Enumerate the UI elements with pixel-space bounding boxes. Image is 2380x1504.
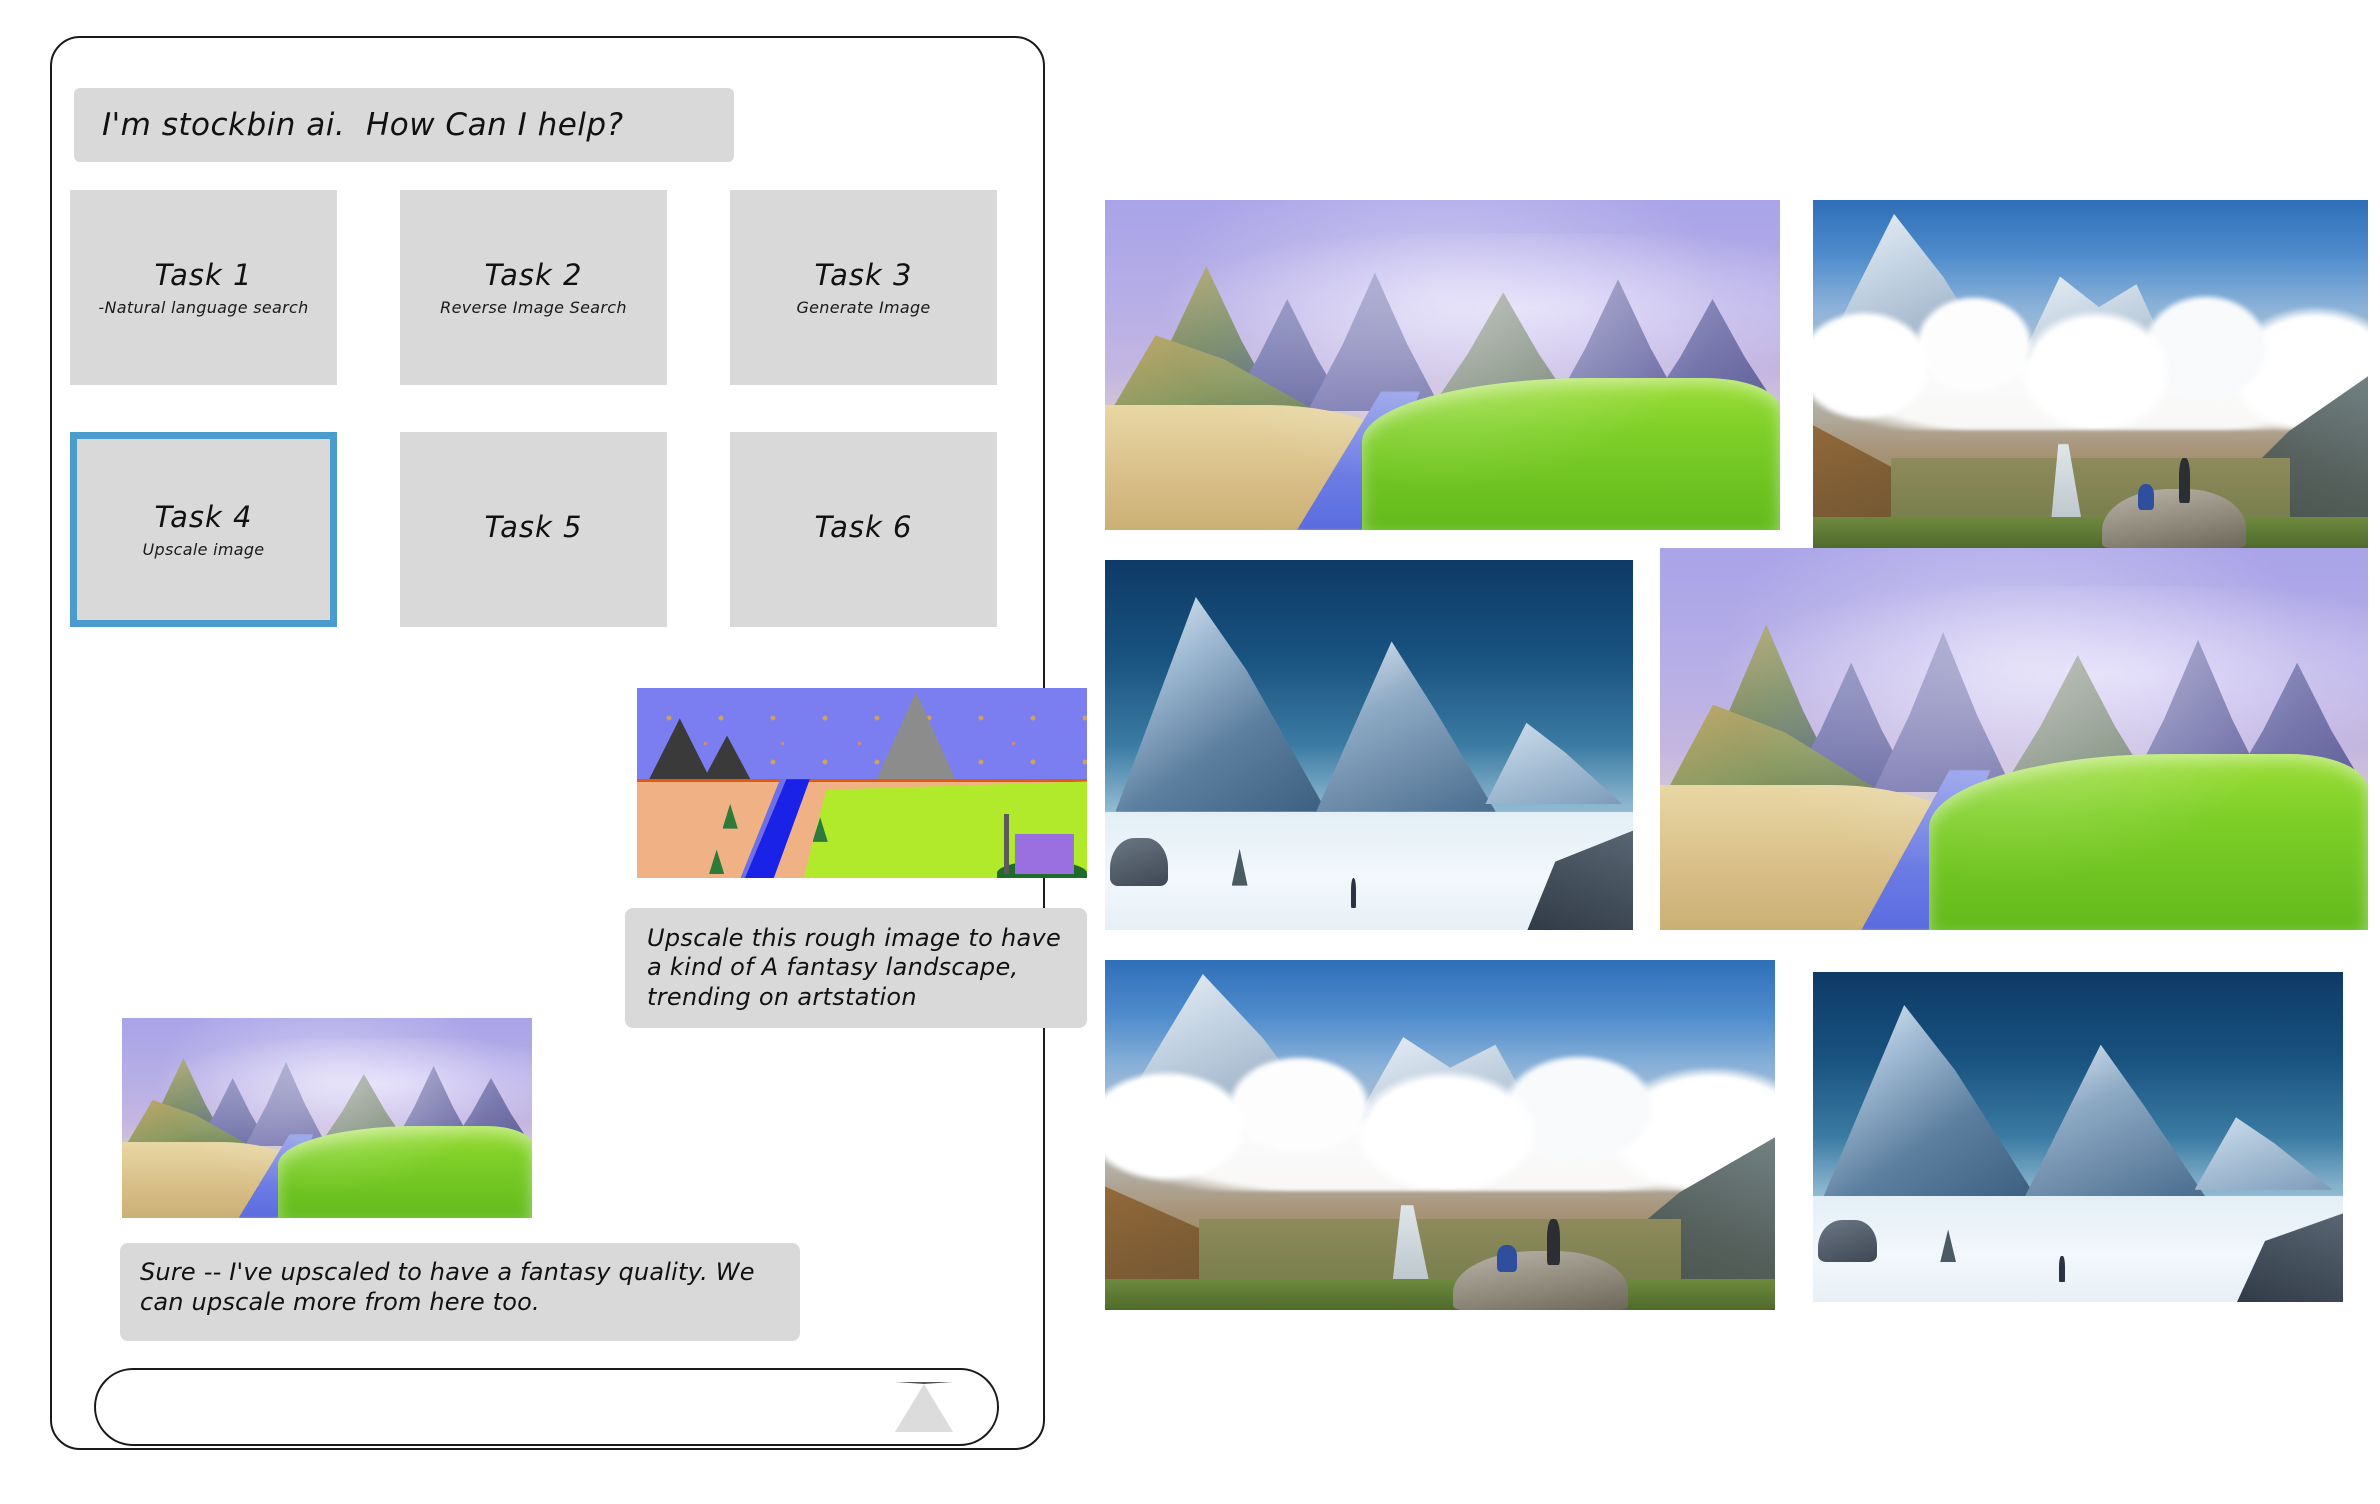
gallery-item-2[interactable] (1813, 200, 2368, 548)
task-card-5-title: Task 5 (484, 509, 583, 544)
sketch-art (637, 688, 1087, 878)
gallery-item-5[interactable] (1105, 960, 1775, 1310)
fantasy-art (122, 1018, 532, 1218)
gallery-item-6[interactable] (1813, 972, 2343, 1302)
snowy-peak-far (2194, 1117, 2333, 1190)
gallery-item-3[interactable] (1105, 560, 1633, 930)
sketch-castle (1004, 814, 1074, 875)
fantasy-art (1660, 548, 2368, 930)
assistant-attachment-upscaled[interactable] (122, 1018, 532, 1218)
user-message-text: Upscale this rough image to have a kind … (647, 924, 1062, 1011)
himalaya-foreground-grass (1105, 1278, 1775, 1310)
app-root: I'm stockbin ai. How Can I help? Task 1 … (0, 0, 2380, 1504)
gallery-item-4[interactable] (1660, 548, 2368, 930)
snowy-peak-right (1316, 641, 1496, 812)
task-card-1-title: Task 1 (154, 258, 253, 292)
assistant-greeting-text: I'm stockbin ai. How Can I help? (102, 107, 624, 143)
himalaya-sitting-trekker (1496, 1245, 1518, 1272)
task-card-2-subtitle: Reverse Image Search (440, 298, 627, 317)
results-gallery (1105, 0, 2380, 1504)
task-card-1-subtitle: -Natural language search (98, 298, 309, 317)
snowy-peak-far (1485, 722, 1623, 805)
task-card-6[interactable]: Task 6 (730, 432, 997, 627)
task-card-2[interactable]: Task 2 Reverse Image Search (400, 190, 667, 385)
gallery-item-1[interactable] (1105, 200, 1780, 530)
snowy-peak-left (1115, 597, 1327, 812)
task-card-4-content: Task 4 Upscale image (77, 439, 330, 620)
assistant-message-bubble: Sure -- I've upscaled to have a fantasy … (120, 1243, 800, 1341)
snowy-art (1813, 972, 2343, 1302)
fantasy-art (1105, 200, 1780, 530)
assistant-greeting-bubble: I'm stockbin ai. How Can I help? (74, 88, 734, 162)
assistant-message-text: Sure -- I've upscaled to have a fantasy … (140, 1258, 755, 1316)
user-attachment-sketch[interactable] (637, 688, 1087, 878)
snowy-boulder-left (1110, 837, 1169, 886)
snowy-peak-right (2025, 1044, 2206, 1197)
task-grid: Task 1 -Natural language search Task 2 R… (70, 190, 1000, 627)
task-card-1[interactable]: Task 1 -Natural language search (70, 190, 337, 385)
fantasy-grass (1361, 378, 1780, 530)
task-card-6-title: Task 6 (814, 509, 913, 544)
send-button[interactable] (895, 1382, 953, 1432)
snowy-art (1105, 560, 1633, 930)
fantasy-grass (1929, 754, 2368, 930)
fantasy-grass (277, 1126, 532, 1218)
snowy-lone-figure (2059, 1255, 2066, 1283)
snowy-peak-left (1823, 1005, 2036, 1197)
task-card-2-title: Task 2 (484, 258, 583, 292)
himalaya-art (1105, 960, 1775, 1310)
snowy-boulder-left (1818, 1219, 1877, 1263)
message-composer[interactable] (94, 1368, 999, 1446)
message-input[interactable] (96, 1393, 895, 1421)
task-card-3[interactable]: Task 3 Generate Image (730, 190, 997, 385)
himalaya-art (1813, 200, 2368, 548)
task-card-4-title: Task 4 (154, 500, 253, 534)
task-card-4-subtitle: Upscale image (142, 540, 265, 559)
task-card-3-subtitle: Generate Image (796, 298, 931, 317)
chat-window: I'm stockbin ai. How Can I help? Task 1 … (50, 36, 1087, 1450)
snowy-lone-figure (1350, 878, 1357, 908)
himalaya-standing-trekker (2179, 457, 2190, 503)
himalaya-standing-trekker (1547, 1219, 1560, 1265)
himalaya-foreground-grass (1813, 516, 2368, 548)
task-card-3-title: Task 3 (814, 258, 913, 292)
himalaya-sitting-trekker (2137, 483, 2155, 510)
himalaya-cloud-sea (1813, 276, 2368, 430)
user-message-bubble: Upscale this rough image to have a kind … (625, 908, 1087, 1028)
task-card-5[interactable]: Task 5 (400, 432, 667, 627)
himalaya-cloud-sea (1105, 1037, 1775, 1191)
task-card-4[interactable]: Task 4 Upscale image (70, 432, 337, 627)
